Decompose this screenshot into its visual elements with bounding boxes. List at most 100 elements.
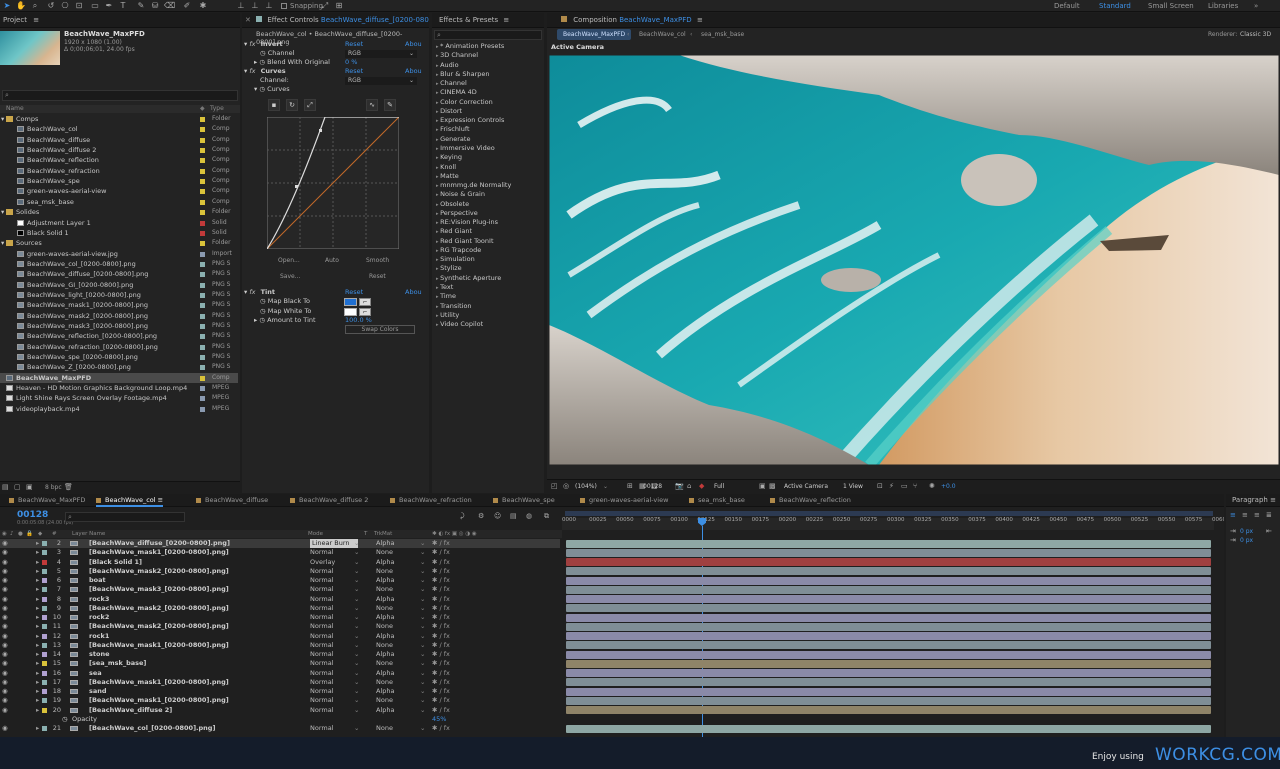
project-item[interactable]: sea_msk_base Comp	[0, 197, 238, 207]
disclosure-icon[interactable]: ▾	[244, 288, 247, 296]
label-color-swatch[interactable]	[200, 386, 205, 392]
label-color-swatch[interactable]	[200, 230, 205, 236]
invert-about[interactable]: Abou	[405, 40, 422, 49]
layer-duration-bar[interactable]	[566, 613, 1211, 622]
effect-category[interactable]: ▸ RE:Vision Plug-ins	[436, 218, 498, 227]
project-item[interactable]: BeachWave_refraction_[0200-0800].png PNG …	[0, 342, 238, 352]
disclosure-icon[interactable]: ▾	[254, 85, 257, 93]
timeline-icon[interactable]: ▭	[901, 482, 908, 490]
effect-category[interactable]: ▸ mnmmg.de Normality	[436, 181, 511, 190]
fx-icon[interactable]: fx	[249, 67, 255, 75]
project-item[interactable]: BeachWave_Z_[0200-0800].png PNG S	[0, 362, 238, 372]
layer-duration-bar[interactable]	[566, 595, 1211, 603]
swap-colors-button[interactable]: Swap Colors	[345, 325, 415, 334]
label-color-swatch[interactable]	[200, 210, 205, 216]
layer-duration-bar[interactable]	[566, 669, 1211, 677]
project-item[interactable]: BeachWave_spe_[0200-0800].png PNG S	[0, 352, 238, 362]
disclosure-icon[interactable]: ▸	[254, 58, 257, 66]
layer-duration-bar[interactable]	[566, 539, 1211, 548]
composition-tab[interactable]: Composition BeachWave_MaxPFD ≡	[547, 13, 1280, 28]
workspace-overflow-icon[interactable]: »	[1254, 1, 1258, 11]
layer-duration-bar[interactable]	[566, 585, 1211, 594]
composition-viewer[interactable]	[549, 55, 1279, 465]
invert-reset[interactable]: Reset	[345, 40, 363, 49]
snapping-checkbox[interactable]	[281, 3, 287, 9]
close-icon[interactable]: ✕	[245, 16, 251, 24]
align-center-icon[interactable]: ≡	[1242, 511, 1248, 519]
curves-auto-button[interactable]: Auto	[325, 257, 339, 264]
label-color-swatch[interactable]	[200, 168, 205, 174]
curves-expand-icon[interactable]: ⤢	[304, 99, 316, 111]
label-color-swatch[interactable]	[200, 189, 205, 195]
curve-tool-icon[interactable]: ∿	[366, 99, 378, 111]
effect-category[interactable]: ▸ Expression Controls	[436, 116, 504, 125]
curves-graph[interactable]	[267, 117, 399, 249]
curves-open-button[interactable]: Open...	[278, 257, 300, 264]
project-item[interactable]: BeachWave_GI_[0200-0800].png PNG S	[0, 280, 238, 290]
curves-about[interactable]: Abou	[405, 67, 422, 76]
type-tool-icon[interactable]: T	[118, 1, 128, 11]
snapshot-icon[interactable]: 📷	[675, 482, 684, 490]
folder-item[interactable]: ▾ Solides Folder	[0, 207, 238, 217]
indent-left-icon[interactable]: ⇥	[1230, 527, 1236, 535]
col-name[interactable]: Name	[6, 105, 24, 112]
effect-category[interactable]: ▸ Red Giant	[436, 227, 472, 236]
clone-stamp-tool-icon[interactable]: ⛁	[150, 1, 160, 11]
region-of-interest-icon[interactable]: ▣	[759, 482, 766, 490]
panel-menu-icon[interactable]: ≡	[1270, 496, 1276, 504]
disclosure-icon[interactable]: ▾	[1, 238, 4, 248]
effect-category[interactable]: ▸ RG Trapcode	[436, 246, 481, 255]
label-color-swatch[interactable]	[200, 324, 205, 329]
workspace-standard[interactable]: Standard	[1099, 1, 1131, 11]
curves-rgb-icon[interactable]: ▪	[268, 99, 280, 111]
label-color-swatch[interactable]	[200, 261, 205, 267]
stopwatch-icon[interactable]: ◷	[260, 297, 266, 305]
disclosure-icon[interactable]: ▾	[244, 40, 247, 48]
layer-duration-bar[interactable]	[566, 548, 1211, 557]
pan-behind-tool-icon[interactable]: ⊡	[74, 1, 84, 11]
show-snapshot-icon[interactable]: ⌂	[687, 482, 691, 490]
project-item[interactable]: BeachWave_col_[0200-0800].png PNG S	[0, 259, 238, 269]
new-comp-icon[interactable]: ▣	[26, 483, 33, 491]
snap-icon[interactable]: ⤢	[320, 1, 330, 11]
pen-tool-icon[interactable]: ✒	[104, 1, 114, 11]
justify-icon[interactable]: ≣	[1266, 511, 1272, 519]
stopwatch-icon[interactable]: ◷	[259, 85, 265, 93]
project-item[interactable]: Adjustment Layer 1 Solid	[0, 218, 238, 228]
curves-reset-button[interactable]: Reset	[369, 273, 386, 280]
project-item[interactable]: Light Shine Rays Screen Overlay Footage.…	[0, 393, 238, 403]
indent-first-value[interactable]: 0 px	[1240, 537, 1253, 544]
panel-menu-icon[interactable]: ≡	[503, 16, 509, 24]
indent-right-icon[interactable]: ⇤	[1266, 527, 1272, 535]
effect-category[interactable]: ▸ Channel	[436, 79, 467, 88]
curves-channel-dropdown[interactable]: RGB ⌄	[345, 77, 417, 85]
workspace-libraries[interactable]: Libraries	[1208, 1, 1238, 11]
chevron-down-icon[interactable]: ⌄	[603, 483, 608, 490]
exposure-value[interactable]: +0.0	[941, 483, 956, 490]
effect-tint-row[interactable]: ▾ fx Tint Reset Abou	[244, 288, 427, 297]
selection-tool-icon[interactable]: ➤	[2, 1, 12, 11]
project-item[interactable]: BeachWave_refraction Comp	[0, 166, 238, 176]
effect-category[interactable]: ▸ Stylize	[436, 264, 462, 273]
layer-duration-bar[interactable]	[566, 576, 1211, 585]
effect-category[interactable]: ▸ Blur & Sharpen	[436, 70, 490, 79]
map-white-swatch[interactable]	[344, 308, 357, 316]
label-color-swatch[interactable]	[200, 375, 205, 381]
label-color-swatch[interactable]	[200, 334, 205, 340]
align-left-icon[interactable]: ≡	[1230, 511, 1236, 519]
layer-duration-bar[interactable]	[566, 558, 1211, 566]
label-color-swatch[interactable]	[200, 117, 205, 122]
effect-category[interactable]: ▸ Keying	[436, 153, 462, 162]
effect-category[interactable]: ▸ Audio	[436, 61, 459, 70]
layer-duration-bar[interactable]	[566, 650, 1211, 659]
label-color-swatch[interactable]	[200, 241, 205, 247]
project-item[interactable]: BeachWave_spe Comp	[0, 176, 238, 186]
label-color-swatch[interactable]	[200, 158, 205, 164]
effect-category[interactable]: ▸ * Animation Presets	[436, 42, 504, 51]
project-item[interactable]: videoplayback.mp4 MPEG	[0, 404, 238, 414]
project-item[interactable]: BeachWave_diffuse Comp	[0, 135, 238, 145]
eyedropper-icon[interactable]: ⌐	[359, 298, 371, 306]
label-color-swatch[interactable]	[200, 355, 205, 361]
effect-category[interactable]: ▸ Text	[436, 283, 453, 292]
effect-category[interactable]: ▸ Distort	[436, 107, 462, 116]
